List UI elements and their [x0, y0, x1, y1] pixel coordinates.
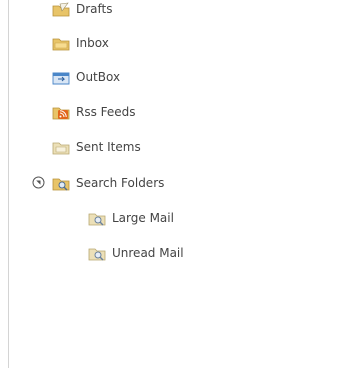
rss-folder-icon	[52, 105, 70, 120]
folder-label: OutBox	[76, 70, 121, 84]
collapse-toggle-icon[interactable]	[32, 176, 45, 189]
folder-large-mail[interactable]: Large Mail	[88, 207, 174, 229]
folder-label: Large Mail	[112, 211, 174, 225]
folder-label: Drafts	[76, 2, 113, 16]
folder-label: Inbox	[76, 36, 109, 50]
search-folder-icon	[88, 211, 106, 226]
folder-label: Unread Mail	[112, 246, 184, 260]
outbox-folder-icon	[52, 70, 70, 85]
folder-unread-mail[interactable]: Unread Mail	[88, 242, 184, 264]
folder-drafts[interactable]: Drafts	[52, 0, 113, 20]
search-folder-icon	[88, 246, 106, 261]
folder-sent-items[interactable]: Sent Items	[52, 136, 141, 158]
folder-label: Rss Feeds	[76, 105, 136, 119]
folder-rss-feeds[interactable]: Rss Feeds	[52, 101, 136, 123]
drafts-folder-icon	[52, 2, 70, 17]
folder-search-folders[interactable]: Search Folders	[52, 172, 164, 194]
folder-outbox[interactable]: OutBox	[52, 66, 120, 88]
inbox-folder-icon	[52, 36, 70, 51]
folder-tree: Drafts Inbox OutBox Rss Feeds Sent Items…	[0, 0, 349, 368]
folder-label: Sent Items	[76, 140, 141, 154]
folder-pane: Drafts Inbox OutBox Rss Feeds Sent Items…	[0, 0, 349, 368]
folder-label: Search Folders	[76, 176, 165, 190]
search-folder-icon	[52, 176, 70, 191]
folder-inbox[interactable]: Inbox	[52, 32, 109, 54]
sent-items-folder-icon	[52, 140, 70, 155]
